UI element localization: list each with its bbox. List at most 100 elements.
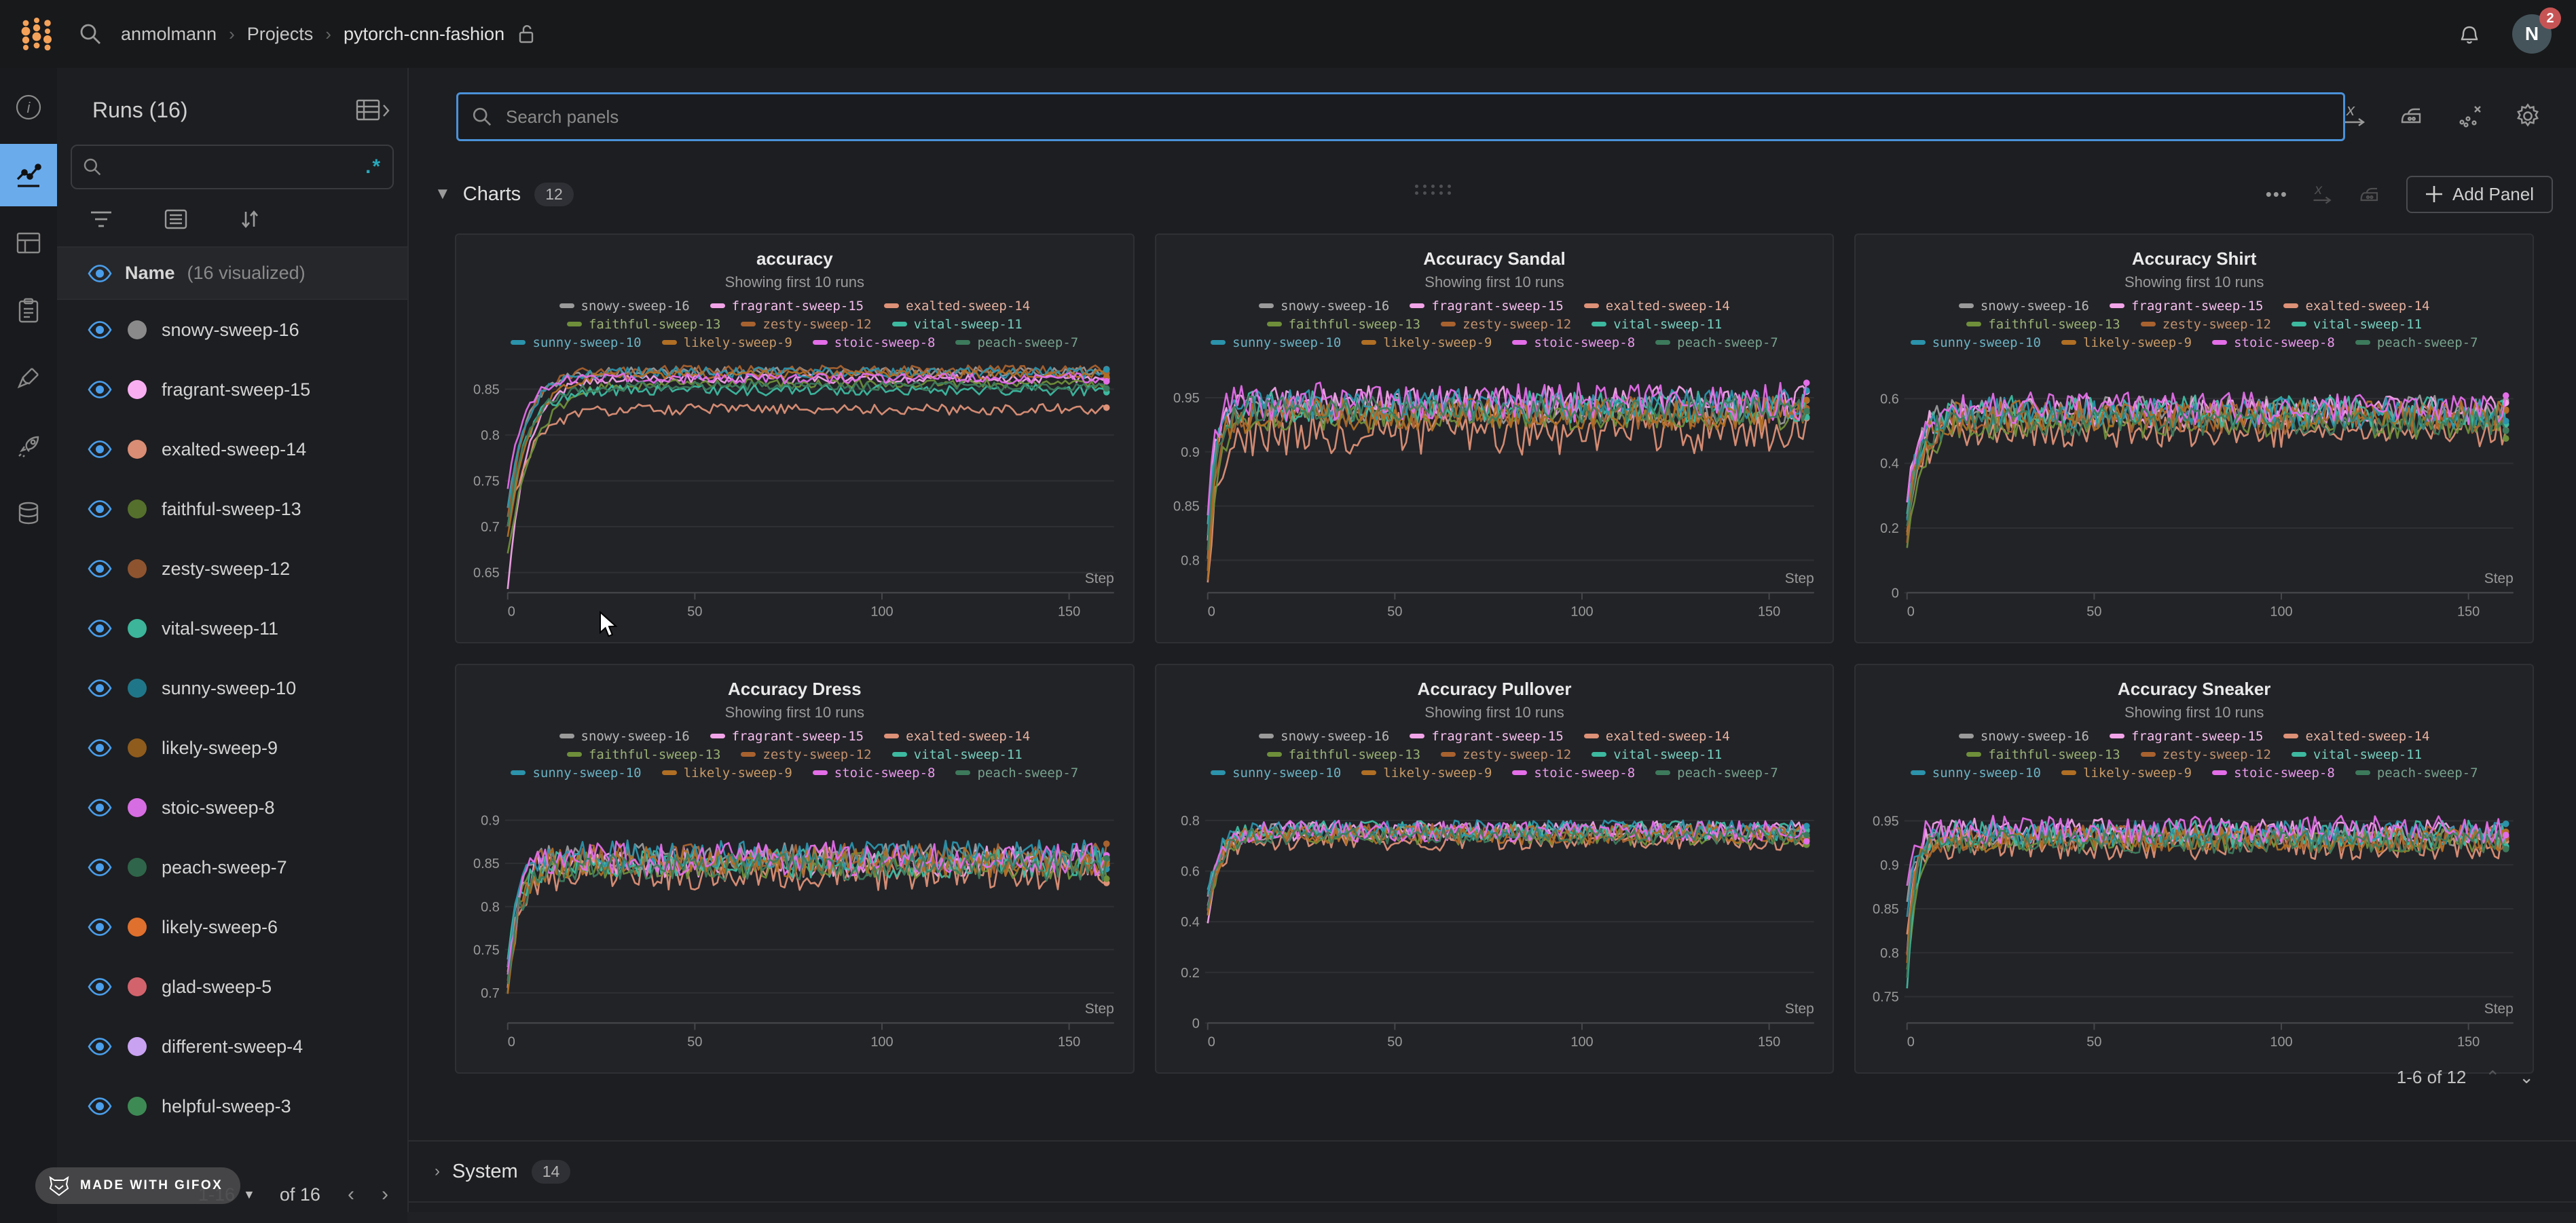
run-row[interactable]: snowy-sweep-16 <box>57 300 407 360</box>
legend-item[interactable]: peach-sweep-7 <box>955 766 1078 780</box>
legend-item[interactable]: snowy-sweep-16 <box>559 729 690 744</box>
run-row[interactable]: sunny-sweep-10 <box>57 658 407 718</box>
run-row[interactable] <box>57 1136 407 1144</box>
legend-item[interactable]: fragrant-sweep-15 <box>2110 299 2263 314</box>
legend-item[interactable]: likely-sweep-9 <box>2061 766 2192 780</box>
legend-item[interactable]: stoic-sweep-8 <box>1512 335 1635 350</box>
eye-icon[interactable] <box>87 440 113 459</box>
runs-name-header[interactable]: Name (16 visualized) <box>57 246 407 300</box>
run-name[interactable]: fragrant-sweep-15 <box>162 379 310 400</box>
run-name[interactable]: snowy-sweep-16 <box>162 320 299 341</box>
chart-plot[interactable]: 0.70.750.80.850.9050100150Step <box>456 782 1133 1072</box>
panel-search-input[interactable] <box>503 105 2330 129</box>
legend-item[interactable]: peach-sweep-7 <box>955 335 1078 350</box>
legend-item[interactable]: exalted-sweep-14 <box>1584 729 1730 744</box>
breadcrumb-user[interactable]: anmolmann <box>121 24 217 45</box>
legend-item[interactable]: vital-sweep-11 <box>1591 747 1722 762</box>
eye-icon[interactable] <box>87 738 113 757</box>
chart-panel[interactable]: Accuracy Pullover Showing first 10 runs … <box>1155 664 1835 1074</box>
chevron-right-icon[interactable]: › <box>435 1162 440 1181</box>
legend-item[interactable]: snowy-sweep-16 <box>1959 299 2089 314</box>
prev-page-icon[interactable]: ‹ <box>348 1183 354 1206</box>
eye-icon[interactable] <box>87 320 113 339</box>
nav-sweeps[interactable] <box>0 347 57 410</box>
breadcrumb-projects[interactable]: Projects <box>247 24 314 45</box>
eye-icon[interactable] <box>87 679 113 698</box>
breadcrumb-project-name[interactable]: pytorch-cnn-fashion <box>344 24 504 45</box>
run-name[interactable]: stoic-sweep-8 <box>162 797 275 819</box>
legend-item[interactable]: faithful-sweep-13 <box>1966 317 2120 332</box>
legend-item[interactable]: peach-sweep-7 <box>2355 766 2478 780</box>
chart-panel[interactable]: Accuracy Dress Showing first 10 runs sno… <box>455 664 1135 1074</box>
wandb-logo-icon[interactable] <box>14 11 60 57</box>
add-panel-button[interactable]: Add Panel <box>2406 176 2553 213</box>
legend-item[interactable]: exalted-sweep-14 <box>1584 299 1730 314</box>
chart-plot[interactable]: 0.80.850.90.95050100150Step <box>1156 352 1833 642</box>
chart-plot[interactable]: 00.20.40.60.8050100150Step <box>1156 782 1833 1072</box>
run-name[interactable]: peach-sweep-7 <box>162 857 287 878</box>
eye-icon[interactable] <box>87 1037 113 1056</box>
run-name[interactable]: faithful-sweep-13 <box>162 499 301 520</box>
chevron-down-icon[interactable]: ▼ <box>435 185 451 204</box>
eye-icon[interactable] <box>87 559 113 578</box>
legend-item[interactable]: snowy-sweep-16 <box>559 299 690 314</box>
runs-search-input[interactable] <box>110 155 357 179</box>
legend-item[interactable]: likely-sweep-9 <box>1361 335 1492 350</box>
eye-icon[interactable] <box>87 918 113 937</box>
page-down-icon[interactable]: ⌄ <box>2519 1067 2534 1088</box>
legend-item[interactable]: sunny-sweep-10 <box>1911 335 2041 350</box>
eye-icon[interactable] <box>87 500 113 519</box>
run-name[interactable]: likely-sweep-6 <box>162 917 278 938</box>
smoothing-iron-icon[interactable] <box>2357 182 2385 206</box>
run-row[interactable]: exalted-sweep-14 <box>57 419 407 479</box>
eye-icon[interactable] <box>87 858 113 877</box>
legend-item[interactable]: likely-sweep-9 <box>662 335 792 350</box>
nav-artifacts[interactable] <box>0 483 57 546</box>
run-row[interactable]: zesty-sweep-12 <box>57 539 407 599</box>
nav-launch[interactable] <box>0 415 57 478</box>
chart-plot[interactable]: 0.650.70.750.80.85050100150Step <box>456 352 1133 642</box>
runs-table-expand-icon[interactable] <box>356 98 391 123</box>
run-name[interactable]: exalted-sweep-14 <box>162 439 306 460</box>
run-row[interactable]: different-sweep-4 <box>57 1017 407 1076</box>
run-row[interactable]: vital-sweep-11 <box>57 599 407 658</box>
runs-search-box[interactable]: .* <box>71 145 394 189</box>
eye-icon[interactable] <box>87 619 113 638</box>
legend-item[interactable]: zesty-sweep-12 <box>741 747 871 762</box>
legend-item[interactable]: snowy-sweep-16 <box>1259 299 1389 314</box>
legend-item[interactable]: zesty-sweep-12 <box>2141 747 2271 762</box>
legend-item[interactable]: likely-sweep-9 <box>662 766 792 780</box>
x-axis-settings-icon[interactable]: x <box>2310 182 2336 206</box>
chart-panel[interactable]: accuracy Showing first 10 runs snowy-swe… <box>455 233 1135 643</box>
legend-item[interactable]: fragrant-sweep-15 <box>1410 299 1563 314</box>
legend-item[interactable]: zesty-sweep-12 <box>2141 317 2271 332</box>
legend-item[interactable]: zesty-sweep-12 <box>741 317 871 332</box>
run-row[interactable]: peach-sweep-7 <box>57 838 407 897</box>
legend-item[interactable]: sunny-sweep-10 <box>1911 766 2041 780</box>
legend-item[interactable]: stoic-sweep-8 <box>813 766 936 780</box>
legend-item[interactable]: peach-sweep-7 <box>1655 766 1778 780</box>
system-section-header[interactable]: › System 14 <box>407 1140 2576 1203</box>
legend-item[interactable]: fragrant-sweep-15 <box>710 729 864 744</box>
section-menu-icon[interactable]: ••• <box>2266 184 2288 205</box>
legend-item[interactable]: vital-sweep-11 <box>892 317 1023 332</box>
legend-item[interactable]: snowy-sweep-16 <box>1259 729 1389 744</box>
notifications-bell-icon[interactable] <box>2457 20 2482 48</box>
run-row[interactable]: helpful-sweep-3 <box>57 1076 407 1136</box>
next-page-icon[interactable]: › <box>382 1183 388 1206</box>
legend-item[interactable]: stoic-sweep-8 <box>2212 766 2335 780</box>
legend-item[interactable]: zesty-sweep-12 <box>1441 317 1571 332</box>
legend-item[interactable]: peach-sweep-7 <box>1655 335 1778 350</box>
page-size-caret-icon[interactable]: ▼ <box>243 1188 255 1202</box>
panel-search-bar[interactable] <box>456 92 2345 141</box>
legend-item[interactable]: sunny-sweep-10 <box>511 335 641 350</box>
legend-item[interactable]: exalted-sweep-14 <box>884 299 1030 314</box>
eye-icon[interactable] <box>87 1097 113 1116</box>
legend-item[interactable]: sunny-sweep-10 <box>1211 335 1341 350</box>
chart-panel[interactable]: Accuracy Sandal Showing first 10 runs sn… <box>1155 233 1835 643</box>
legend-item[interactable]: sunny-sweep-10 <box>511 766 641 780</box>
group-list-icon[interactable] <box>164 209 187 229</box>
run-name[interactable]: vital-sweep-11 <box>162 618 278 639</box>
legend-item[interactable]: snowy-sweep-16 <box>1959 729 2089 744</box>
eye-icon[interactable] <box>87 798 113 817</box>
